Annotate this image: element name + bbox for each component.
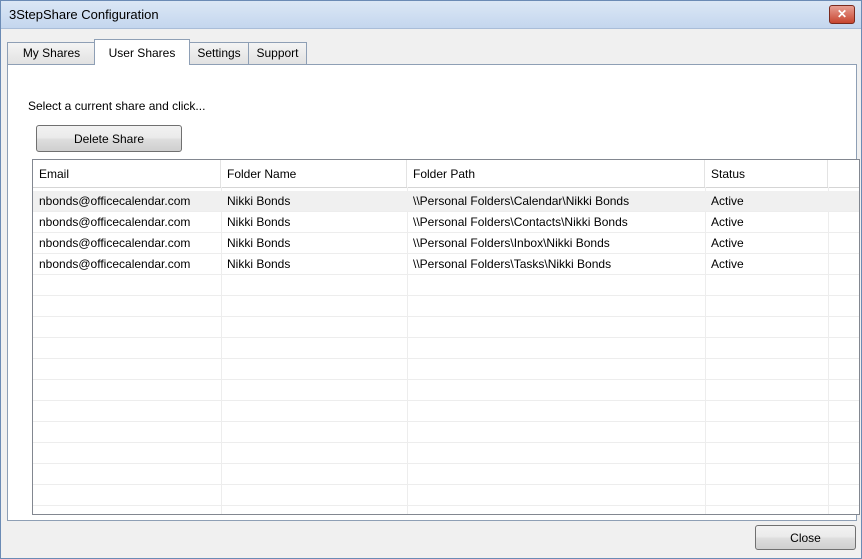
empty-row bbox=[33, 380, 859, 401]
table-row[interactable]: nbonds@officecalendar.com Nikki Bonds \\… bbox=[33, 212, 859, 233]
folder-path-cell: \\Personal Folders\Tasks\Nikki Bonds bbox=[413, 257, 612, 271]
empty-row bbox=[33, 464, 859, 485]
folder-name-cell: Nikki Bonds bbox=[227, 215, 291, 229]
email-cell: nbonds@officecalendar.com bbox=[39, 236, 191, 250]
folder-path-cell: \\Personal Folders\Inbox\Nikki Bonds bbox=[413, 236, 610, 250]
title-bar: 3StepShare Configuration ✕ bbox=[1, 1, 861, 29]
folder-name-cell: Nikki Bonds bbox=[227, 257, 291, 271]
email-cell: nbonds@officecalendar.com bbox=[39, 215, 191, 229]
config-window: 3StepShare Configuration ✕ My Shares Use… bbox=[0, 0, 862, 559]
tab-my-shares[interactable]: My Shares bbox=[7, 42, 96, 64]
table-row[interactable]: nbonds@officecalendar.com Nikki Bonds \\… bbox=[33, 254, 859, 275]
folder-name-cell: Nikki Bonds bbox=[227, 194, 291, 208]
table-row[interactable]: nbonds@officecalendar.com Nikki Bonds \\… bbox=[33, 191, 859, 212]
shares-table[interactable]: Email Folder Name Folder Path Status nbo… bbox=[32, 159, 860, 515]
empty-row bbox=[33, 422, 859, 443]
tab-user-shares[interactable]: User Shares bbox=[94, 39, 190, 65]
window-title: 3StepShare Configuration bbox=[9, 7, 159, 22]
status-cell: Active bbox=[711, 215, 744, 229]
window-close-icon[interactable]: ✕ bbox=[829, 5, 855, 24]
folder-name-cell: Nikki Bonds bbox=[227, 236, 291, 250]
delete-share-button[interactable]: Delete Share bbox=[36, 125, 182, 152]
tab-support[interactable]: Support bbox=[248, 42, 307, 64]
email-cell: nbonds@officecalendar.com bbox=[39, 194, 191, 208]
empty-row bbox=[33, 338, 859, 359]
close-button[interactable]: Close bbox=[755, 525, 856, 550]
empty-row bbox=[33, 401, 859, 422]
column-header-folder-path[interactable]: Folder Path bbox=[407, 160, 705, 187]
tab-settings[interactable]: Settings bbox=[188, 42, 250, 64]
table-row[interactable]: nbonds@officecalendar.com Nikki Bonds \\… bbox=[33, 233, 859, 254]
empty-row bbox=[33, 359, 859, 380]
empty-row bbox=[33, 296, 859, 317]
empty-row bbox=[33, 443, 859, 464]
column-header-email[interactable]: Email bbox=[33, 160, 221, 187]
column-header-folder-name[interactable]: Folder Name bbox=[221, 160, 407, 187]
empty-row bbox=[33, 485, 859, 506]
table-header: Email Folder Name Folder Path Status bbox=[33, 160, 859, 188]
folder-path-cell: \\Personal Folders\Contacts\Nikki Bonds bbox=[413, 215, 628, 229]
folder-path-cell: \\Personal Folders\Calendar\Nikki Bonds bbox=[413, 194, 630, 208]
status-cell: Active bbox=[711, 194, 744, 208]
status-cell: Active bbox=[711, 236, 744, 250]
column-header-status[interactable]: Status bbox=[705, 160, 828, 187]
email-cell: nbonds@officecalendar.com bbox=[39, 257, 191, 271]
empty-row bbox=[33, 275, 859, 296]
status-cell: Active bbox=[711, 257, 744, 271]
instruction-text: Select a current share and click... bbox=[28, 99, 206, 113]
empty-row bbox=[33, 317, 859, 338]
